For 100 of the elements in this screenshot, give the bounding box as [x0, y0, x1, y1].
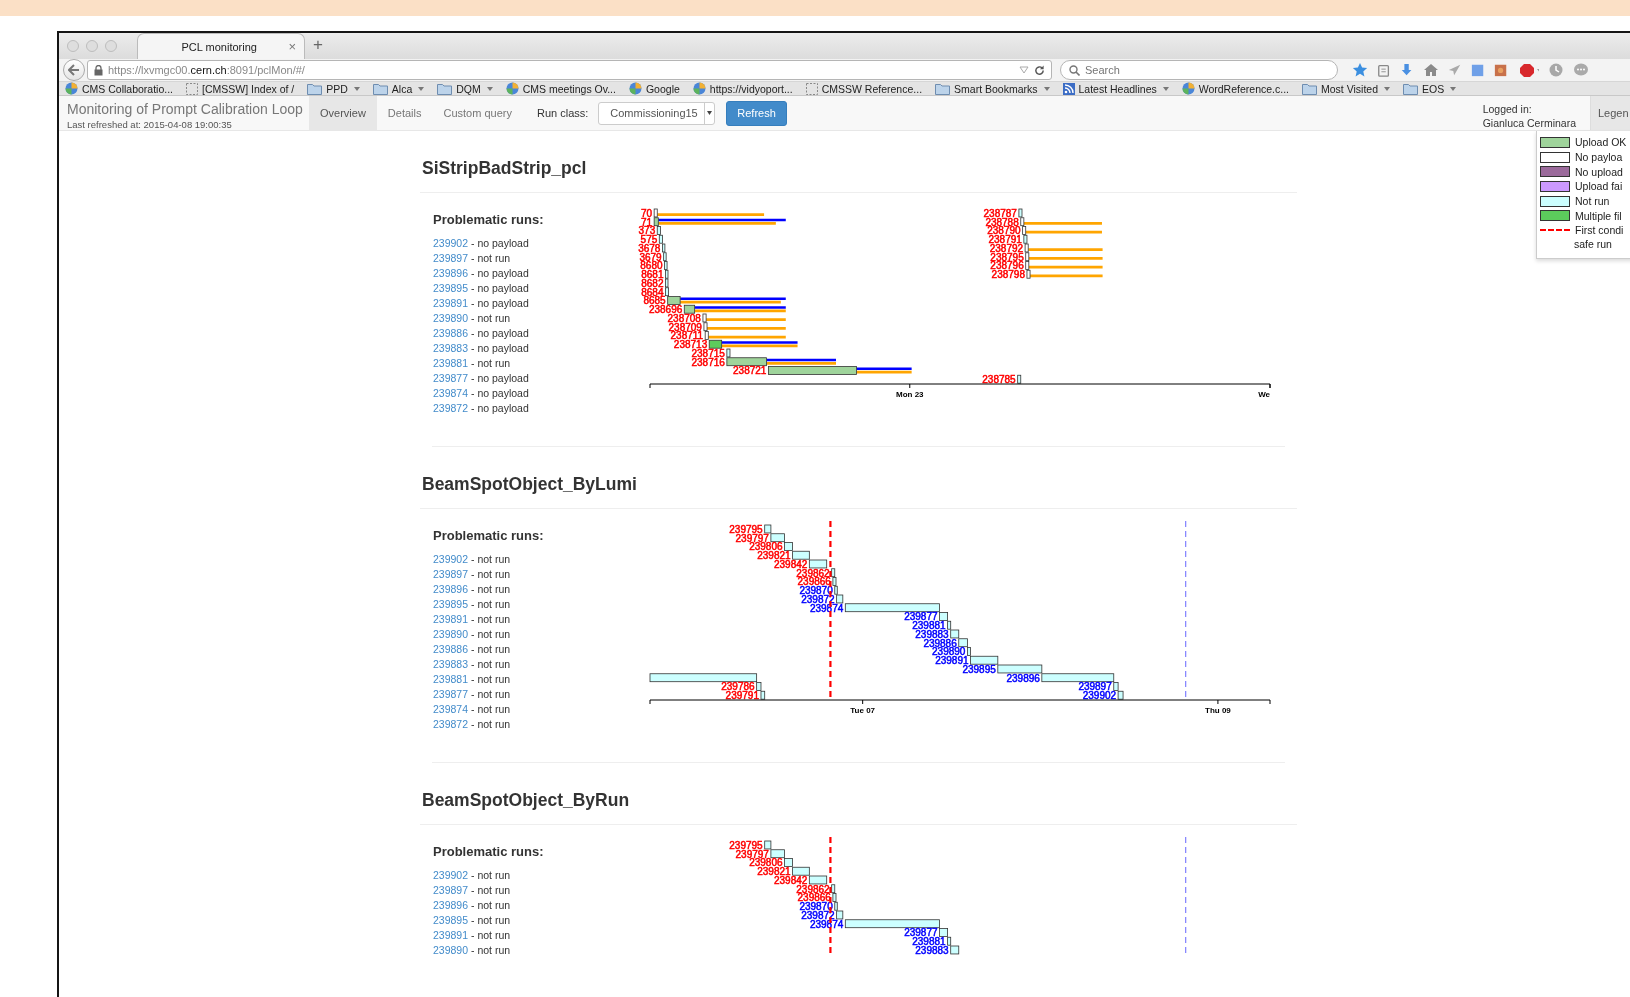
bookmark[interactable]: Smart Bookmarks [935, 82, 1050, 95]
close-tab-button[interactable]: × [288, 39, 296, 54]
run-link[interactable]: 239902 [433, 869, 469, 881]
run-class-select[interactable]: Commissioning15 [598, 101, 716, 125]
run-link[interactable]: 239891 [433, 297, 469, 309]
run-label: 239797 [735, 848, 769, 860]
site-icon [692, 82, 706, 95]
reload-icon[interactable] [1034, 64, 1045, 76]
bookmark[interactable]: WordReference.c... [1181, 82, 1289, 95]
nav-tab[interactable]: Details [376, 96, 433, 130]
chat-icon[interactable] [1573, 62, 1589, 78]
legend-label: Not run [1575, 195, 1610, 208]
bookmark[interactable]: Most Visited [1302, 82, 1390, 95]
run-label: 239897 [1078, 681, 1112, 693]
run-link[interactable]: 239897 [433, 884, 469, 896]
run-link[interactable]: 239883 [433, 342, 469, 354]
axis-label: Thu 09 [1205, 706, 1231, 715]
nav-tab[interactable]: Custom query [432, 96, 523, 130]
run-status: - no payload [470, 297, 529, 309]
bookmark[interactable]: Alca [372, 82, 425, 95]
run-link[interactable]: 239883 [433, 658, 469, 670]
lock-icon [94, 64, 103, 76]
run-status: - no payload [470, 342, 529, 354]
upload-line [856, 367, 912, 370]
run-link[interactable]: 239895 [433, 598, 469, 610]
site-icon [65, 82, 78, 95]
run-link[interactable]: 239881 [433, 357, 469, 369]
bookmark[interactable]: DQM [437, 82, 493, 95]
run-status: - no payload [470, 282, 529, 294]
run-link[interactable]: 239877 [433, 372, 469, 384]
bookmark[interactable]: Google [628, 82, 680, 95]
tab-title: PCL monitoring [180, 40, 258, 53]
clipboard-icon[interactable] [1377, 62, 1391, 78]
square-icon[interactable] [1494, 62, 1508, 78]
bookmark[interactable]: CMS Collaboratio... [65, 82, 174, 95]
run-link[interactable]: 239896 [433, 583, 469, 595]
run-link[interactable]: 239872 [433, 718, 469, 730]
problematic-runs-heading: Problematic runs: [433, 844, 545, 859]
back-button[interactable] [63, 59, 85, 81]
run-link[interactable]: 239874 [433, 703, 469, 715]
bookmark[interactable]: CMS meetings Ov... [505, 82, 616, 95]
run-label: 3679 [639, 251, 662, 263]
run-status: - not run [470, 553, 511, 565]
run-link[interactable]: 239895 [433, 914, 469, 926]
run-link[interactable]: 239874 [433, 387, 469, 399]
run-label: 238791 [988, 234, 1022, 246]
run-status: - not run [470, 613, 511, 625]
bookmark[interactable]: [CMSSW] Index of / [186, 82, 295, 95]
run-label: 239870 [799, 585, 833, 597]
run-label: 239877 [904, 611, 938, 623]
section-title: BeamSpotObject_ByRun [422, 790, 631, 812]
bookmark[interactable]: Latest Headlines [1062, 82, 1169, 95]
nav-tab[interactable]: Overview [309, 96, 377, 130]
bookmark[interactable]: CMSSW Reference... [805, 82, 923, 95]
search-bar[interactable]: Search [1060, 60, 1338, 80]
new-tab-button[interactable]: + [313, 35, 323, 55]
run-link[interactable]: 239886 [433, 643, 469, 655]
run-link[interactable]: 239890 [433, 628, 469, 640]
run-label: 239806 [749, 541, 783, 553]
run-label: 239795 [729, 839, 763, 851]
run-link[interactable]: 239902 [433, 553, 469, 565]
bookmark[interactable]: https://vidyoport... [692, 82, 793, 95]
legend-tab[interactable]: Legen [1590, 96, 1630, 130]
bookmark[interactable]: PPD [307, 82, 360, 95]
browser-tab[interactable]: PCL monitoring × [137, 33, 305, 59]
run-link[interactable]: 239897 [433, 568, 469, 580]
run-label: 239795 [729, 523, 763, 535]
download-icon[interactable] [1400, 62, 1414, 78]
dropdown-icon[interactable] [1019, 66, 1029, 74]
run-link[interactable]: 239886 [433, 327, 469, 339]
bookmark[interactable]: EOS [1403, 82, 1457, 95]
run-label: 239821 [757, 550, 791, 562]
search-input[interactable]: Search [1085, 64, 1305, 76]
history-icon[interactable] [1548, 62, 1564, 78]
run-label: 239902 [1082, 690, 1117, 702]
address-bar[interactable]: https://lxvmgc00.cern.ch:8091/pclMon/#/ [87, 60, 1052, 80]
stop-sign-icon[interactable] [1517, 62, 1539, 78]
run-link[interactable]: 239881 [433, 673, 469, 685]
section-title: SiStripBadStrip_pcl [422, 158, 588, 180]
run-link[interactable]: 239877 [433, 688, 469, 700]
run-link[interactable]: 239896 [433, 267, 469, 279]
run-link[interactable]: 239902 [433, 237, 469, 249]
run-link[interactable]: 239890 [433, 944, 469, 956]
run-link[interactable]: 239890 [433, 312, 469, 324]
page-icon [805, 82, 818, 95]
home-icon[interactable] [1423, 62, 1439, 78]
star-icon[interactable] [1352, 62, 1368, 78]
logged-in-text: Logged in: Gianluca Cerminara [1482, 102, 1577, 130]
run-link[interactable]: 239897 [433, 252, 469, 264]
run-status: - not run [470, 583, 511, 595]
run-link[interactable]: 239872 [433, 402, 469, 414]
run-label: 8684 [641, 286, 664, 298]
run-status: - not run [470, 643, 511, 655]
upload-line [766, 358, 836, 362]
run-link[interactable]: 239891 [433, 929, 469, 941]
send-icon[interactable] [1448, 62, 1462, 78]
refresh-button[interactable]: Refresh [726, 100, 787, 126]
run-link[interactable]: 239895 [433, 282, 469, 294]
run-link[interactable]: 239891 [433, 613, 469, 625]
run-link[interactable]: 239896 [433, 899, 469, 911]
